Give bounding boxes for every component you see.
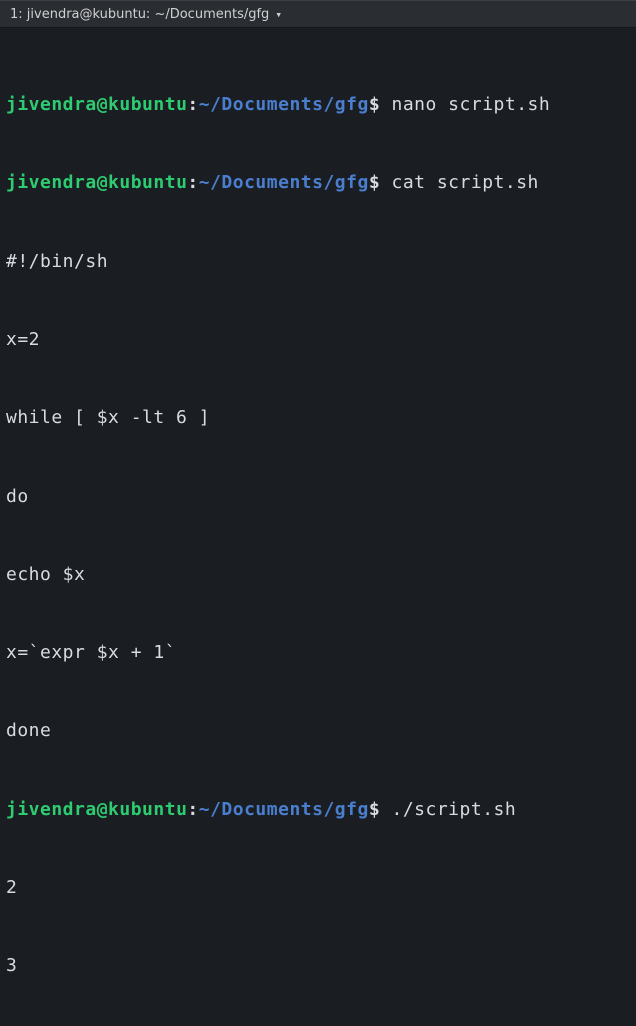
terminal-line: jivendra@kubuntu:~/Documents/gfg$ ./scri… xyxy=(6,797,632,823)
output-line: done xyxy=(6,718,632,744)
prompt-at: @ xyxy=(97,799,108,820)
prompt-user: jivendra xyxy=(6,172,97,193)
output-line: echo $x xyxy=(6,562,632,588)
output-line: do xyxy=(6,484,632,510)
prompt-symbol: $ xyxy=(369,94,380,115)
window-title: 1: jivendra@kubuntu: ~/Documents/gfg xyxy=(10,7,269,22)
dropdown-arrow-icon[interactable]: ▾ xyxy=(275,8,282,21)
window-titlebar: 1: jivendra@kubuntu: ~/Documents/gfg ▾ xyxy=(0,0,636,28)
prompt-colon: : xyxy=(187,799,198,820)
prompt-colon: : xyxy=(187,94,198,115)
terminal-line: jivendra@kubuntu:~/Documents/gfg$ nano s… xyxy=(6,92,632,118)
output-line: #!/bin/sh xyxy=(6,249,632,275)
prompt-user: jivendra xyxy=(6,94,97,115)
terminal-viewport[interactable]: jivendra@kubuntu:~/Documents/gfg$ nano s… xyxy=(0,28,636,1026)
prompt-colon: : xyxy=(187,172,198,193)
command-text: cat script.sh xyxy=(380,172,539,193)
output-line: x=2 xyxy=(6,327,632,353)
prompt-user: jivendra xyxy=(6,799,97,820)
prompt-path: ~/Documents/gfg xyxy=(199,94,369,115)
prompt-symbol: $ xyxy=(369,799,380,820)
prompt-at: @ xyxy=(97,172,108,193)
output-line: while [ $x -lt 6 ] xyxy=(6,405,632,431)
command-text: nano script.sh xyxy=(380,94,550,115)
prompt-path: ~/Documents/gfg xyxy=(199,799,369,820)
output-line: 3 xyxy=(6,953,632,979)
prompt-host: kubuntu xyxy=(108,172,187,193)
prompt-path: ~/Documents/gfg xyxy=(199,172,369,193)
terminal-line: jivendra@kubuntu:~/Documents/gfg$ cat sc… xyxy=(6,170,632,196)
prompt-at: @ xyxy=(97,94,108,115)
output-line: 2 xyxy=(6,875,632,901)
prompt-host: kubuntu xyxy=(108,94,187,115)
output-line: x=`expr $x + 1` xyxy=(6,640,632,666)
prompt-host: kubuntu xyxy=(108,799,187,820)
command-text: ./script.sh xyxy=(380,799,516,820)
prompt-symbol: $ xyxy=(369,172,380,193)
